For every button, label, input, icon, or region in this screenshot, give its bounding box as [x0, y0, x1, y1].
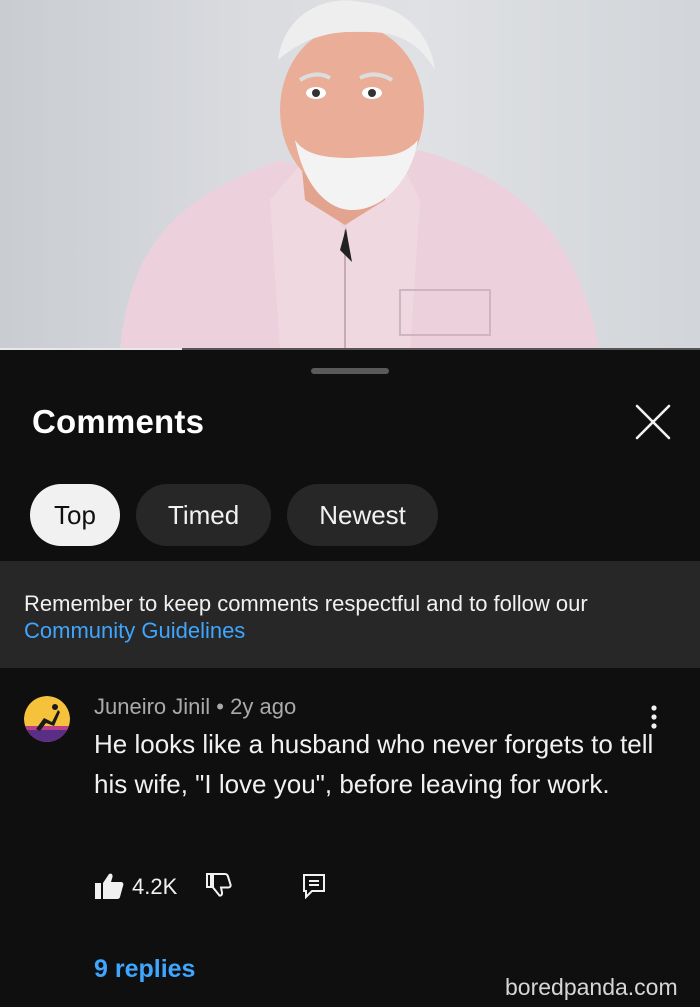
thumb-up-icon[interactable]: [94, 871, 124, 901]
avatar[interactable]: [24, 696, 70, 742]
community-notice: Remember to keep comments respectful and…: [0, 561, 700, 668]
chip-newest[interactable]: Newest: [287, 484, 438, 546]
notice-text: Remember to keep comments respectful and…: [24, 591, 588, 616]
video-progress-bar[interactable]: [0, 348, 700, 350]
close-icon[interactable]: [632, 401, 674, 443]
meta-separator: •: [216, 694, 224, 719]
comment-actions: 4.2K: [94, 871, 394, 903]
comments-panel: Comments Top Timed Newest Remember to ke…: [0, 351, 700, 1007]
view-replies-button[interactable]: 9 replies: [94, 955, 195, 984]
sort-chips: Top Timed Newest: [30, 484, 438, 546]
community-guidelines-link[interactable]: Community Guidelines: [24, 617, 676, 644]
chip-top[interactable]: Top: [30, 484, 120, 546]
comment-meta: Juneiro Jinil • 2y ago: [94, 694, 296, 720]
comment-text: He looks like a husband who never forget…: [94, 729, 654, 799]
reply-icon[interactable]: [302, 873, 326, 899]
video-frame-person: [120, 0, 600, 350]
video-player[interactable]: [0, 0, 700, 350]
panel-title: Comments: [32, 403, 205, 440]
thumb-down-icon[interactable]: [204, 871, 232, 899]
drag-handle[interactable]: [311, 368, 389, 374]
video-progress-played: [0, 348, 182, 350]
watermark: boredpanda.com: [505, 974, 678, 1000]
chip-timed[interactable]: Timed: [135, 484, 272, 546]
like-count: 4.2K: [132, 874, 178, 899]
comment-author[interactable]: Juneiro Jinil: [94, 694, 210, 719]
comment-age: 2y ago: [230, 694, 297, 719]
